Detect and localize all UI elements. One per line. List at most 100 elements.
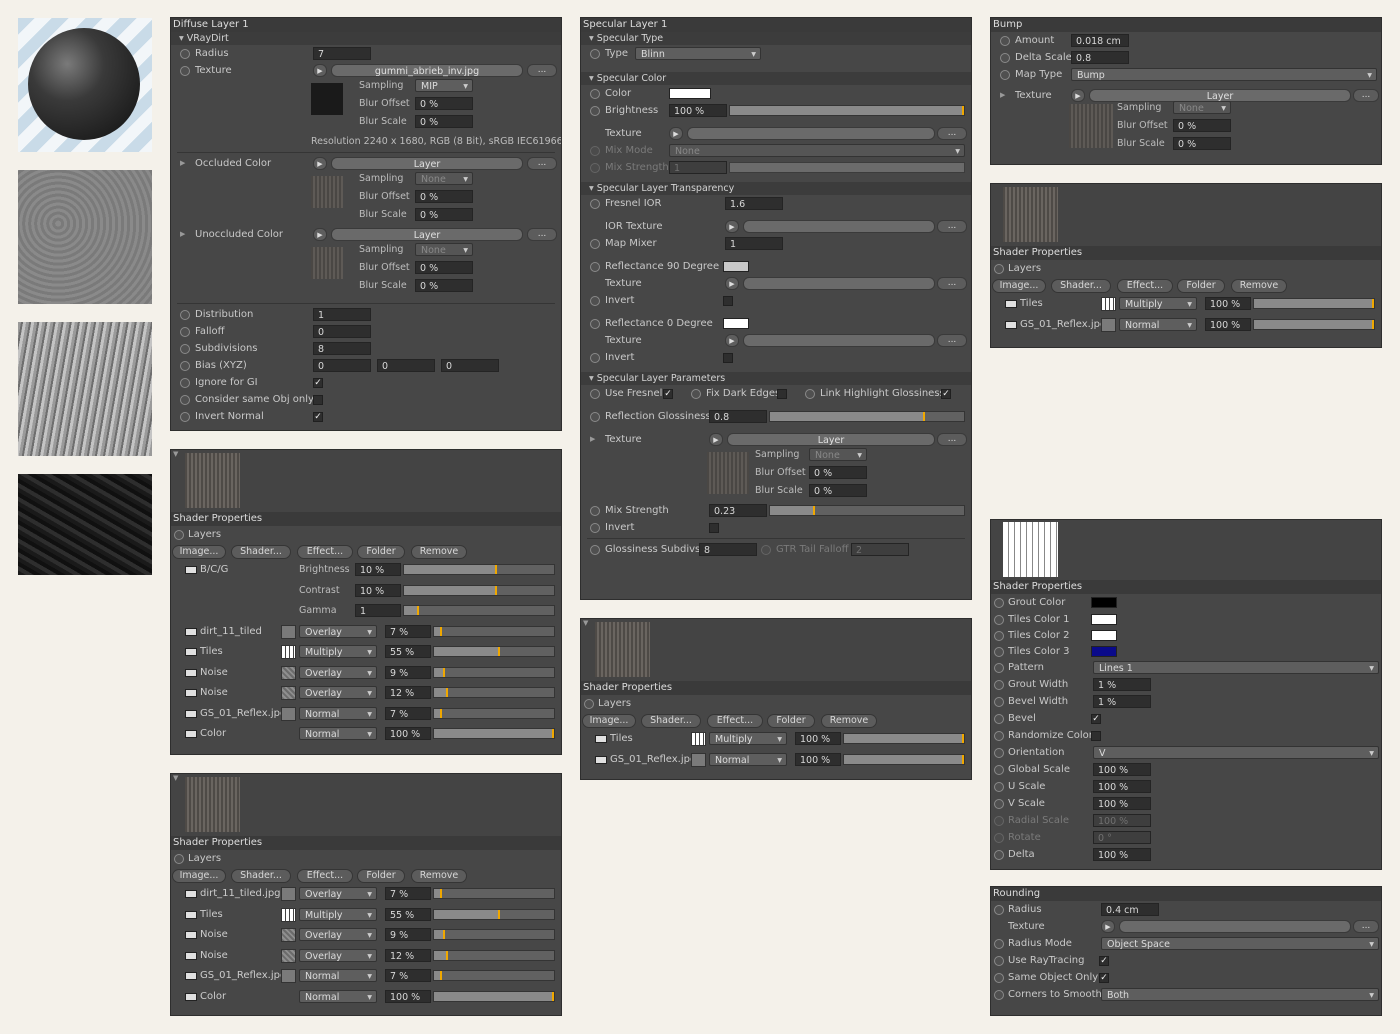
- specular-color-section[interactable]: Specular Color: [581, 72, 971, 85]
- radio[interactable]: [584, 699, 594, 709]
- image-button[interactable]: Image...: [582, 714, 636, 728]
- radio[interactable]: [994, 748, 1004, 758]
- mix-strength-field[interactable]: 0.23: [709, 504, 767, 517]
- radius-field[interactable]: 7: [313, 47, 371, 60]
- folder-button[interactable]: Folder: [357, 545, 405, 559]
- shader-button[interactable]: Shader...: [1051, 279, 1111, 293]
- radio[interactable]: [180, 412, 190, 422]
- radio[interactable]: [590, 545, 600, 555]
- radio[interactable]: [994, 680, 1004, 690]
- opacity-slider[interactable]: [1253, 298, 1375, 309]
- visibility-icon[interactable]: [185, 972, 197, 980]
- radius-field[interactable]: 0.4 cm: [1101, 903, 1159, 916]
- radio[interactable]: [1000, 70, 1010, 80]
- visibility-icon[interactable]: [185, 648, 197, 656]
- layer-row[interactable]: Tiles Multiply 100 %: [581, 729, 971, 750]
- use-fresnel-checkbox[interactable]: ✓: [663, 389, 673, 399]
- bias-x-field[interactable]: 0: [313, 359, 371, 372]
- opacity-field[interactable]: 7 %: [385, 706, 431, 720]
- visibility-icon[interactable]: [185, 951, 197, 960]
- visibility-icon[interactable]: [185, 627, 197, 636]
- opacity-field[interactable]: 9 %: [385, 665, 431, 679]
- play-icon[interactable]: ▶: [313, 228, 327, 241]
- radio[interactable]: [994, 990, 1004, 1000]
- pattern-dropdown[interactable]: Lines 1: [1093, 661, 1379, 674]
- refl-gloss-slider[interactable]: [769, 411, 965, 422]
- bevel-width-field[interactable]: 1 %: [1093, 695, 1151, 708]
- layer-row[interactable]: GS_01_Reflex.jpg Normal 7 %: [171, 966, 561, 987]
- blur-scale-field[interactable]: 0 %: [1173, 137, 1231, 150]
- folder-button[interactable]: Folder: [1177, 279, 1225, 293]
- more-button[interactable]: ...: [527, 64, 557, 77]
- folder-button[interactable]: Folder: [767, 714, 815, 728]
- gtr-field[interactable]: 2: [851, 543, 909, 556]
- radio[interactable]: [590, 49, 600, 59]
- subdivisions-field[interactable]: 8: [313, 342, 371, 355]
- invert-checkbox[interactable]: [723, 353, 733, 363]
- opacity-slider[interactable]: [433, 929, 555, 940]
- radio[interactable]: [590, 296, 600, 306]
- visibility-icon[interactable]: [1005, 320, 1017, 329]
- texture-bar[interactable]: [743, 334, 935, 347]
- vraydirt-section[interactable]: VRayDirt: [171, 32, 561, 45]
- visibility-icon[interactable]: [1005, 300, 1017, 308]
- opacity-field[interactable]: 55 %: [385, 907, 431, 921]
- remove-button[interactable]: Remove: [411, 545, 467, 559]
- visibility-icon[interactable]: [595, 735, 607, 743]
- layer-row[interactable]: Color Normal 100 %: [171, 724, 561, 745]
- opacity-field[interactable]: 7 %: [385, 969, 431, 982]
- radio[interactable]: [994, 631, 1004, 641]
- blend-mode-dropdown[interactable]: Overlay: [299, 665, 377, 679]
- blend-mode-dropdown[interactable]: Overlay: [299, 948, 377, 962]
- blend-mode-dropdown[interactable]: Overlay: [299, 686, 377, 699]
- radio[interactable]: [174, 530, 184, 540]
- brightness-slider[interactable]: [729, 105, 965, 116]
- opacity-field[interactable]: 7 %: [385, 887, 431, 900]
- radio[interactable]: [994, 731, 1004, 741]
- u-scale-field[interactable]: 100 %: [1093, 780, 1151, 793]
- visibility-icon[interactable]: [185, 890, 197, 898]
- radio[interactable]: [994, 816, 1004, 826]
- opacity-slider[interactable]: [843, 733, 965, 744]
- play-icon[interactable]: ▶: [1071, 89, 1085, 102]
- mix-strength-slider[interactable]: [769, 505, 965, 516]
- opacity-field[interactable]: 12 %: [385, 686, 431, 699]
- collapse-icon[interactable]: ▼: [173, 450, 178, 458]
- sampling-dropdown[interactable]: None: [415, 172, 473, 185]
- raytracing-checkbox[interactable]: ✓: [1099, 956, 1109, 966]
- radio[interactable]: [590, 146, 600, 156]
- opacity-slider[interactable]: [433, 908, 555, 920]
- layer-row[interactable]: dirt_11_tiled Overlay 7 %: [171, 622, 561, 643]
- visibility-icon[interactable]: [185, 668, 197, 677]
- ignore-gi-checkbox[interactable]: ✓: [313, 378, 323, 388]
- layer-row[interactable]: GS_01_Reflex.jpg Normal 7 %: [171, 704, 561, 725]
- opacity-field[interactable]: 9 %: [385, 928, 431, 941]
- radio[interactable]: [994, 647, 1004, 657]
- texture-bar[interactable]: [743, 277, 935, 290]
- blend-mode-dropdown[interactable]: Overlay: [299, 887, 377, 900]
- radio[interactable]: [180, 395, 190, 405]
- opacity-field[interactable]: 100 %: [1205, 317, 1251, 331]
- ior-texture-bar[interactable]: [743, 220, 935, 233]
- layer-row[interactable]: Tiles Multiply 100 %: [991, 294, 1381, 315]
- occluded-bar[interactable]: Layer: [331, 157, 523, 170]
- blend-mode-dropdown[interactable]: Normal: [299, 969, 377, 982]
- radio[interactable]: [590, 319, 600, 329]
- play-icon[interactable]: ▶: [709, 433, 723, 446]
- link-hl-checkbox[interactable]: ✓: [941, 389, 951, 399]
- layer-row[interactable]: Tiles Multiply 55 %: [171, 642, 561, 663]
- bevel-checkbox[interactable]: ✓: [1091, 714, 1101, 724]
- blend-mode-dropdown[interactable]: Multiply: [299, 907, 377, 921]
- blur-scale-field[interactable]: 0 %: [415, 208, 473, 221]
- grout-color-swatch[interactable]: [1091, 597, 1117, 608]
- radio[interactable]: [180, 49, 190, 59]
- radio[interactable]: [994, 765, 1004, 775]
- more-button[interactable]: ...: [937, 334, 967, 347]
- radio[interactable]: [590, 506, 600, 516]
- sampling-dropdown[interactable]: None: [1173, 101, 1231, 114]
- opacity-field[interactable]: 7 %: [385, 624, 431, 638]
- play-icon[interactable]: ▶: [725, 277, 739, 290]
- grout-width-field[interactable]: 1 %: [1093, 678, 1151, 691]
- radio[interactable]: [180, 344, 190, 354]
- refl-gloss-field[interactable]: 0.8: [709, 410, 767, 423]
